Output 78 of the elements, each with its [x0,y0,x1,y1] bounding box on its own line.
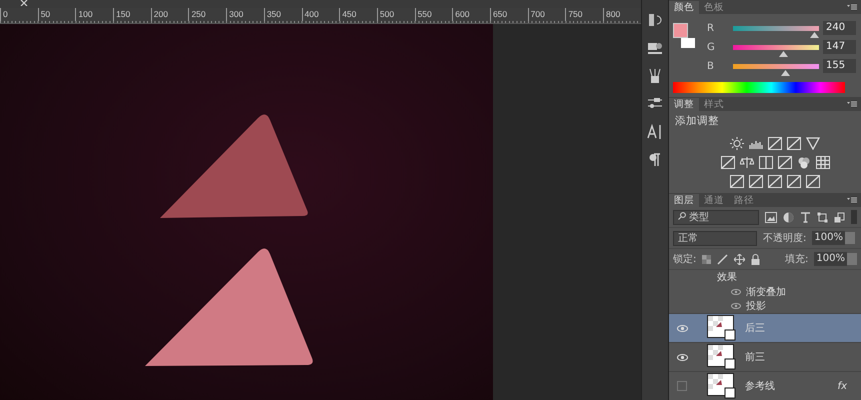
circles-adjustment-icon[interactable] [796,156,810,168]
split-square-adjustment-icon[interactable] [758,156,772,168]
panel-tab[interactable]: 样式 [699,98,729,110]
ruler-label: 150 [113,8,151,21]
opacity-dropdown-button[interactable] [844,232,855,244]
ruler-label: 600 [452,8,490,21]
effect-name[interactable]: 投影 [746,299,766,313]
type-filter-icon[interactable] [800,212,811,222]
layer-row[interactable]: 后三 [669,313,861,342]
ruler-label: 200 [150,8,188,21]
checkerboard-icon[interactable] [702,254,712,264]
fill-field[interactable]: 100% [814,252,847,266]
scale-adjustment-icon[interactable] [740,156,754,168]
ruler-label: 700 [528,8,566,21]
fill-label: 填充: [785,252,808,266]
ruler-label: 450 [339,8,377,21]
ruler-label: 50 [38,8,76,21]
panel-menu-icon[interactable] [847,100,857,108]
filter-toggle[interactable] [851,210,857,224]
brushes-icon[interactable] [646,68,663,84]
ruler-label: 300 [226,8,264,21]
effect-name[interactable]: 渐变叠加 [746,285,786,299]
brush-icon[interactable] [717,254,728,264]
lock-icon[interactable] [751,254,760,264]
layer-filter-dropdown[interactable]: 类型 [673,210,759,224]
paragraph-icon[interactable] [646,152,663,168]
channel-label: B [707,60,715,72]
layer-row[interactable]: 前三 [669,342,861,371]
channel-label: G [707,42,716,52]
ruler-label: 100 [75,8,114,21]
ruler-label: 750 [565,8,603,21]
panel-tab[interactable]: 颜色 [669,1,699,14]
search-icon [678,212,686,220]
background-color-swatch[interactable] [681,38,695,48]
shape-filter-icon[interactable] [817,212,828,222]
image-filter-icon[interactable] [765,212,777,222]
ruler-label: 650 [490,8,528,21]
adjustment-filter-icon[interactable] [783,212,794,222]
panel-tab[interactable]: 色板 [699,1,729,14]
ruler-label: 400 [302,8,340,21]
layer-name[interactable]: 参考线 [745,379,775,393]
panel-tab[interactable]: 图层 [669,194,699,207]
fx-label: fx [838,380,847,392]
panel-heading: 添加调整 [674,114,720,128]
ruler-label: 350 [264,8,302,21]
eye-icon[interactable] [731,289,741,295]
panel-tab[interactable]: 通道 [699,194,729,207]
ruler-label: 550 [414,8,452,21]
channel-value-field[interactable]: 240 [823,21,856,35]
panel-menu-icon[interactable] [847,197,857,204]
close-icon[interactable] [20,0,28,6]
lock-label: 锁定: [673,252,696,266]
layer-row[interactable]: 参考线 fx [669,371,861,400]
blend-mode-dropdown[interactable]: 正常 [673,230,757,246]
panel-menu-icon[interactable] [847,4,857,11]
opacity-field[interactable]: 100% [812,231,845,245]
panel-tab[interactable]: 路径 [729,194,759,207]
ruler-label: 250 [188,8,226,21]
triangle-adjustment-icon[interactable] [806,136,820,150]
character-icon[interactable] [646,124,663,140]
eye-icon[interactable] [731,303,741,309]
visibility-toggle[interactable] [677,381,687,391]
layer-name[interactable]: 后三 [745,321,765,335]
smart-object-filter-icon[interactable] [834,212,845,222]
layer-name[interactable]: 前三 [745,350,765,364]
channel-label: R [707,22,715,34]
ruler-label: 0 [0,8,38,21]
move-icon[interactable] [734,254,746,264]
ruler-label: 500 [376,8,415,21]
channel-value-field[interactable]: 147 [823,40,856,54]
opacity-label: 不透明度: [763,232,806,245]
foreground-color-swatch[interactable] [673,23,688,38]
panel-tab[interactable]: 调整 [669,98,699,110]
grid-adjustment-icon[interactable] [816,156,830,168]
sun-adjustment-icon[interactable] [730,136,744,150]
color-spectrum-bar[interactable] [673,82,845,93]
channel-value-field[interactable]: 155 [823,59,856,73]
effects-label: 效果 [717,272,737,283]
